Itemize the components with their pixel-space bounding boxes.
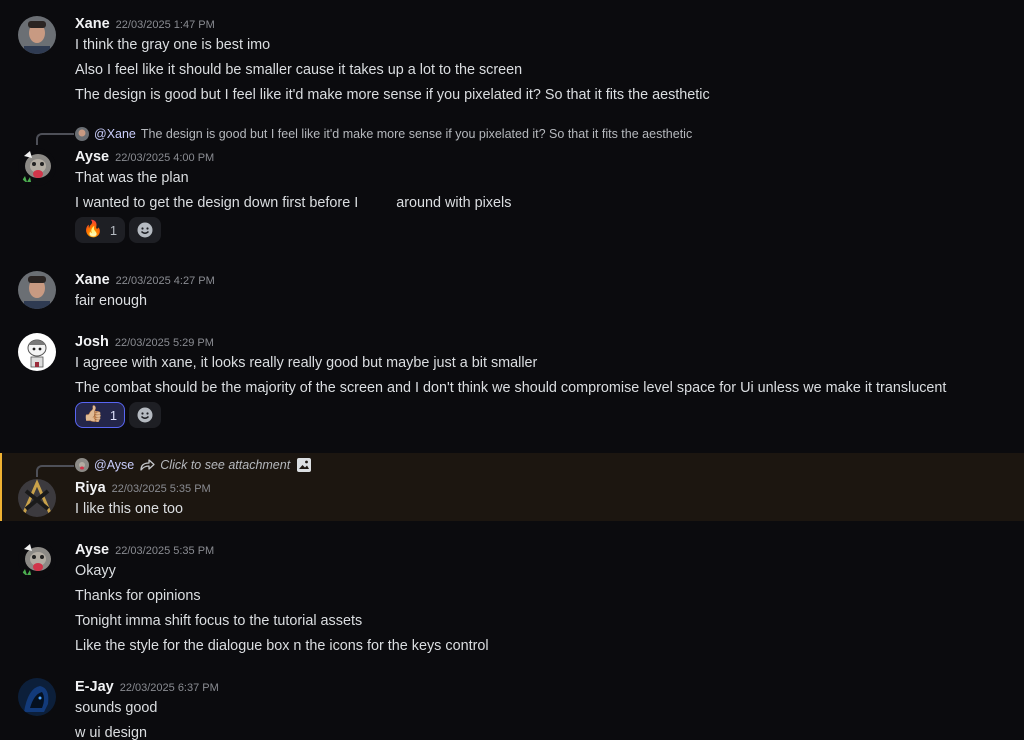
message-header: E-Jay 22/03/2025 6:37 PM: [75, 678, 219, 698]
username[interactable]: Riya: [75, 480, 106, 496]
message-text: fair enough: [75, 293, 148, 309]
reply-text[interactable]: Click to see attachment: [160, 458, 290, 472]
message-text: sounds good: [75, 700, 158, 716]
timestamp: 22/03/2025 5:35 PM: [115, 545, 215, 557]
message-text: The combat should be the majority of the…: [75, 380, 947, 396]
chat-message-list: Xane 22/03/2025 1:47 PM I think the gray …: [0, 0, 1024, 740]
reply-avatar-xane: [75, 127, 89, 141]
username[interactable]: Ayse: [75, 542, 109, 558]
message-header: Josh 22/03/2025 5:29 PM: [75, 333, 214, 353]
reply-mention[interactable]: @Ayse: [94, 458, 134, 472]
message-text: Tonight imma shift focus to the tutorial…: [75, 613, 363, 629]
avatar-ejay[interactable]: [18, 678, 56, 716]
reply-mention[interactable]: @Xane: [94, 127, 136, 141]
smiley-plus-icon: [137, 407, 153, 423]
message-text-part: I wanted to get the design down first be…: [75, 195, 359, 211]
avatar-xane[interactable]: [18, 271, 56, 309]
reply-preview[interactable]: @Ayse Click to see attachment: [75, 456, 312, 474]
message-text: Also I feel like it should be smaller ca…: [75, 62, 523, 78]
avatar-xane[interactable]: [18, 16, 56, 54]
message-text: I like this one too: [75, 501, 183, 517]
reply-arrow-icon: [140, 459, 155, 471]
timestamp: 22/03/2025 4:27 PM: [115, 275, 215, 287]
reaction-count: 1: [109, 222, 118, 238]
reaction-fire[interactable]: 🔥 1: [75, 217, 125, 243]
avatar-riya[interactable]: [18, 479, 56, 517]
username[interactable]: Josh: [75, 334, 109, 350]
message-header: Xane 22/03/2025 1:47 PM: [75, 15, 215, 35]
timestamp: 22/03/2025 4:00 PM: [115, 152, 215, 164]
avatar-josh[interactable]: [18, 333, 56, 371]
username[interactable]: E-Jay: [75, 679, 114, 695]
reply-avatar-ayse: [75, 458, 89, 472]
message-text: Okayy: [75, 563, 116, 579]
message-text-part: around with pixels: [396, 195, 512, 211]
username[interactable]: Xane: [75, 16, 110, 32]
reply-text[interactable]: The design is good but I feel like it'd …: [141, 127, 692, 141]
timestamp: 22/03/2025 5:35 PM: [111, 483, 211, 495]
avatar-ayse[interactable]: [18, 541, 56, 579]
message-text: Like the style for the dialogue box n th…: [75, 638, 489, 654]
reply-spine: [36, 133, 74, 145]
reaction-count: 1: [109, 407, 118, 423]
message-text: The design is good but I feel like it'd …: [75, 87, 710, 103]
timestamp: 22/03/2025 6:37 PM: [119, 682, 219, 694]
timestamp: 22/03/2025 5:29 PM: [114, 337, 214, 349]
add-reaction-button[interactable]: [129, 217, 161, 243]
message-text: w ui design: [75, 725, 147, 740]
message-header: Riya 22/03/2025 5:35 PM: [75, 479, 211, 499]
redacted-block: [358, 195, 397, 209]
message-text: I think the gray one is best imo: [75, 37, 271, 53]
message-text: I agreee with xane, it looks really real…: [75, 355, 538, 371]
reply-preview[interactable]: @Xane The design is good but I feel like…: [75, 125, 692, 143]
message-header: Ayse 22/03/2025 4:00 PM: [75, 148, 214, 168]
timestamp: 22/03/2025 1:47 PM: [115, 19, 215, 31]
smiley-plus-icon: [137, 222, 153, 238]
thumbs-up-emoji: 👍🏼: [83, 406, 103, 423]
avatar-ayse[interactable]: [18, 148, 56, 186]
message-header: Ayse 22/03/2025 5:35 PM: [75, 541, 214, 561]
fire-emoji: 🔥: [83, 221, 103, 238]
reply-spine: [36, 465, 74, 477]
message-header: Xane 22/03/2025 4:27 PM: [75, 271, 215, 291]
username[interactable]: Ayse: [75, 149, 109, 165]
reaction-thumbs-up[interactable]: 👍🏼 1: [75, 402, 125, 428]
add-reaction-button[interactable]: [129, 402, 161, 428]
image-icon[interactable]: [296, 457, 312, 473]
message-text: That was the plan: [75, 170, 189, 186]
message-text: I wanted to get the design down first be…: [75, 194, 511, 212]
message-text: Thanks for opinions: [75, 588, 201, 604]
username[interactable]: Xane: [75, 272, 110, 288]
